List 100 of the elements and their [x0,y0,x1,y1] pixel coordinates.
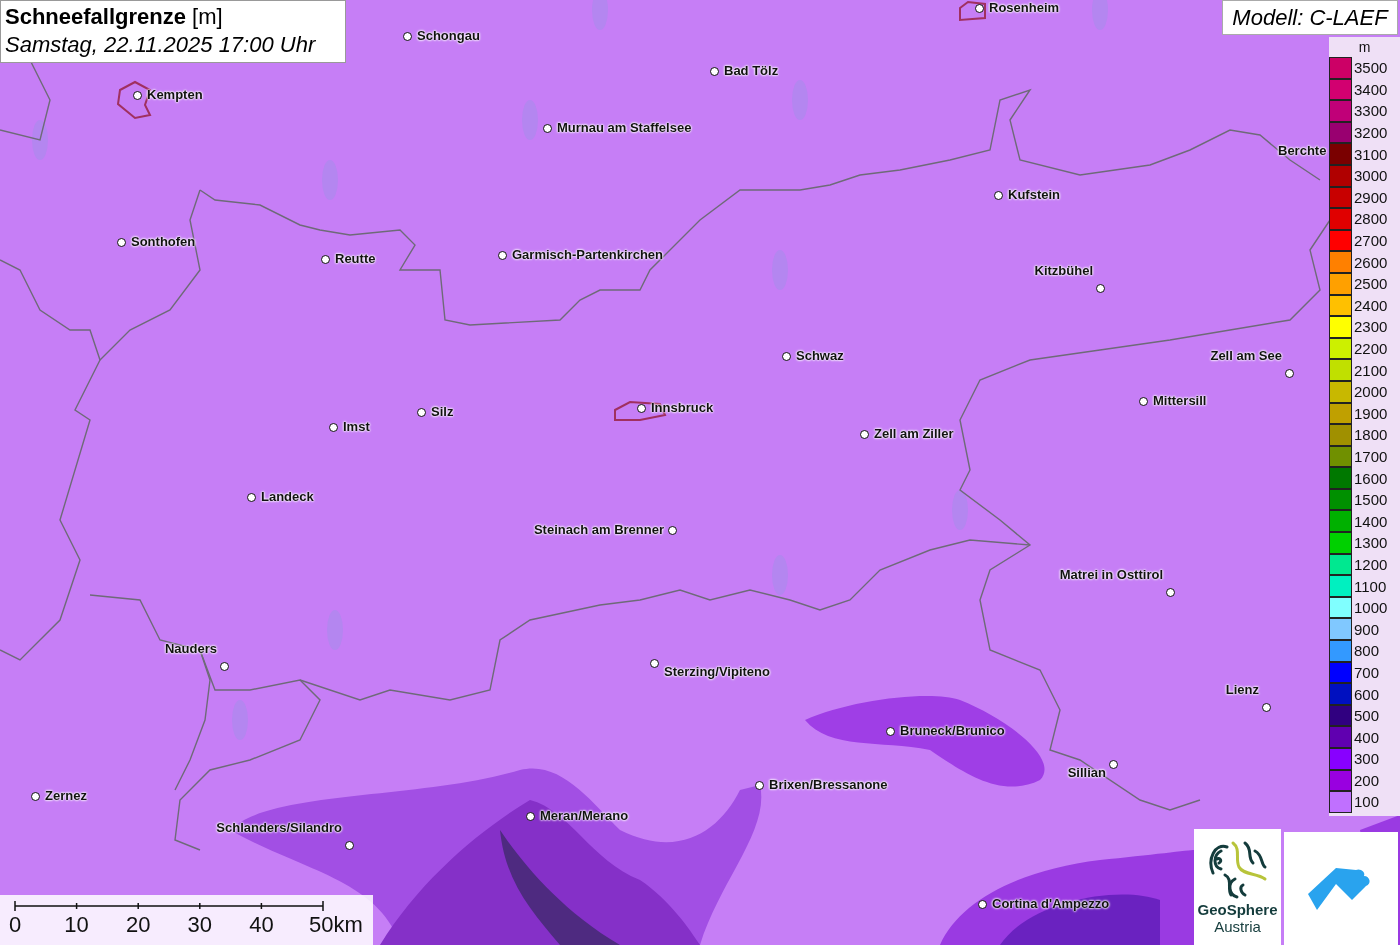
city-label: Silz [431,404,454,419]
model-label: Modell: C-LAEF [1222,0,1398,35]
city-label: Zell am Ziller [874,426,954,441]
scale-label: 20 [125,912,151,938]
legend-value: 2000 [1354,383,1388,401]
city-marker [526,812,535,821]
legend-value: 900 [1354,620,1380,638]
city-marker [1166,588,1175,597]
legend-value: 1900 [1354,404,1388,422]
legend-value: 2500 [1354,275,1388,293]
legend-value: 2800 [1354,210,1388,228]
legend-value: 1400 [1354,512,1388,530]
city-marker [31,792,40,801]
city-label: Nauders [164,641,217,656]
legend-value: 2700 [1354,232,1388,250]
city-marker [117,238,126,247]
city-marker [975,4,984,13]
legend-value: 3300 [1354,102,1388,120]
legend-value: 2200 [1354,340,1388,357]
city-label: Zell am See [1210,348,1282,363]
city-marker [860,430,869,439]
legend-value: 2400 [1354,296,1388,314]
city-label: Garmisch-Partenkirchen [512,247,663,262]
legend-value: 400 [1354,728,1380,746]
contour-logo-icon [1206,839,1269,899]
city-marker [1262,703,1271,712]
city-label: Murnau am Staffelsee [557,120,692,135]
legend-value: 200 [1354,771,1380,789]
legend-value: 1600 [1354,469,1388,487]
legend-value: 3400 [1354,80,1388,98]
city-label: Landeck [261,489,314,504]
city-marker [417,408,426,417]
city-label: Matrei in Osttirol [1059,567,1163,582]
city-label: Sonthofen [131,234,196,249]
legend-value: 2300 [1354,318,1388,336]
city-marker [1096,284,1105,293]
legend-value: 100 [1354,793,1380,811]
legend-value: 1100 [1354,577,1387,595]
legend-value: 1300 [1354,534,1388,552]
city-marker [543,124,552,133]
city-label: Meran/Merano [540,808,629,823]
city-marker [994,191,1003,200]
city-label: Kitzbühel [1034,263,1093,278]
legend-unit: m [1357,38,1372,57]
city-marker [321,255,330,264]
city-marker [1285,369,1294,378]
city-label: Schongau [417,28,480,43]
legend-value: 300 [1354,750,1380,768]
city-marker [403,32,412,41]
map-title: Schneefallgrenze [m] [5,3,224,31]
legend-value: 600 [1354,685,1380,703]
logo-text: GeoSphere [1197,901,1278,918]
scale-label: 30 [187,912,213,938]
city-label: Kempten [147,87,203,102]
city-label: Rosenheim [989,0,1060,15]
legend-value: 3500 [1354,59,1388,77]
city-marker [650,659,659,668]
legend-value: 800 [1354,642,1380,660]
city-marker [978,900,987,909]
legend-value: 1700 [1354,448,1388,465]
city-marker [1109,760,1118,769]
city-label: Bruneck/Brunico [900,723,1005,738]
city-marker [345,841,354,850]
city-label: Sterzing/Vipiteno [664,664,770,679]
legend-value: 1500 [1354,491,1388,509]
legend-value: 2900 [1354,188,1388,206]
city-label: Reutte [335,251,376,266]
city-label: Berchte [1278,143,1327,158]
legend-value: 2100 [1354,361,1388,379]
legend-value: 1200 [1354,555,1388,573]
city-label: Mittersill [1153,393,1207,408]
city-label: Steinach am Brenner [533,522,664,537]
city-marker [755,781,764,790]
scale-label: 10 [64,912,89,938]
scale-label: 0 [8,912,22,938]
legend-value: 3100 [1354,145,1388,163]
logo-subtext: Austria [1214,918,1261,936]
legend-value: 1800 [1354,426,1388,444]
city-marker [133,91,142,100]
city-label: Brixen/Bressanone [769,777,888,792]
city-marker [220,662,229,671]
city-label: Schwaz [796,348,844,363]
city-label: Kufstein [1008,187,1060,202]
map-date: Samstag, 22.11.2025 17:00 Uhr [5,31,317,59]
city-marker [710,67,719,76]
legend-value: 3200 [1354,124,1388,142]
scale-label: 50km [309,912,363,938]
city-marker [329,423,338,432]
legend-value: 3000 [1354,167,1388,185]
city-marker [1139,397,1148,406]
city-label: Imst [343,419,370,434]
city-marker [498,251,507,260]
city-marker [782,352,791,361]
city-label: Schlanders/Silandro [216,820,342,835]
city-marker [886,727,895,736]
city-label: Sillian [1067,765,1106,780]
legend-value: 500 [1354,707,1380,725]
city-marker [637,404,646,413]
city-label: Zernez [45,788,87,803]
legend-value: 700 [1354,663,1380,681]
